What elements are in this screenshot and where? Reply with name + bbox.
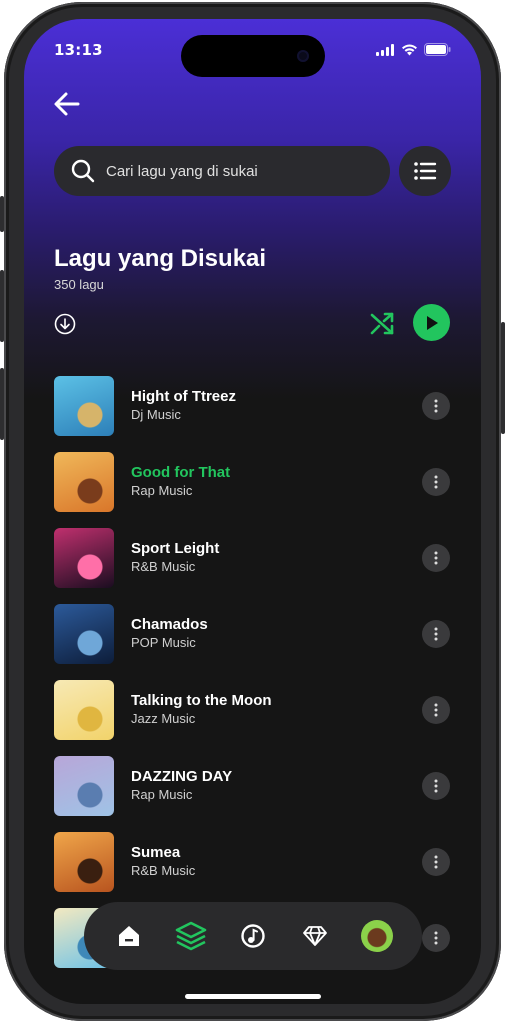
song-genre: Rap Music (131, 483, 193, 498)
more-vertical-icon (434, 399, 438, 413)
more-vertical-icon (434, 475, 438, 489)
song-genre: Dj Music (131, 407, 181, 422)
song-genre: Jazz Music (131, 711, 196, 726)
nav-premium[interactable] (298, 919, 332, 953)
song-title: Chamados (131, 616, 208, 633)
nav-library[interactable] (174, 919, 208, 953)
song-row[interactable]: Talking to the Moon Jazz Music (54, 680, 454, 756)
song-genre: Rap Music (131, 787, 193, 802)
song-title: DAZZING DAY (131, 768, 233, 785)
more-vertical-icon (434, 931, 438, 945)
volume-down-button (0, 368, 4, 440)
more-options-button[interactable] (422, 848, 450, 876)
more-options-button[interactable] (422, 924, 450, 952)
more-vertical-icon (434, 779, 438, 793)
song-title: Hight of Ttreez (131, 388, 236, 405)
song-list: Hight of Ttreez Dj Music Good for That Rap … (54, 376, 454, 984)
play-button[interactable] (413, 304, 450, 341)
library-icon (175, 921, 207, 951)
back-arrow-icon[interactable] (52, 89, 82, 119)
bottom-nav (84, 902, 422, 970)
album-cover (54, 376, 114, 436)
song-title: Talking to the Moon (131, 692, 272, 709)
song-row[interactable]: Sumea R&B Music (54, 832, 454, 908)
album-cover (54, 528, 114, 588)
power-button (501, 322, 505, 434)
song-row[interactable]: Sport Leight R&B Music (54, 528, 454, 604)
song-title: Good for That (131, 464, 231, 481)
album-cover (54, 832, 114, 892)
song-title: Sport Leight (131, 540, 220, 557)
more-vertical-icon (434, 703, 438, 717)
screen: 13:13 Lagu yang Disukai 350 lagu Hight o… (24, 19, 481, 1004)
wifi-icon (402, 44, 417, 55)
song-genre: POP Music (131, 635, 196, 650)
song-row[interactable]: Hight of Ttreez Dj Music (54, 376, 454, 452)
album-cover (54, 604, 114, 664)
avatar (361, 920, 393, 952)
nav-profile[interactable] (360, 919, 394, 953)
more-options-button[interactable] (422, 544, 450, 572)
more-options-button[interactable] (422, 620, 450, 648)
more-options-button[interactable] (422, 468, 450, 496)
song-genre: R&B Music (131, 559, 196, 574)
nav-music[interactable] (236, 919, 270, 953)
play-icon (426, 315, 438, 330)
diamond-icon (303, 926, 327, 946)
album-cover (54, 452, 114, 512)
status-time: 13:13 (54, 41, 103, 59)
more-vertical-icon (434, 551, 438, 565)
battery-icon (424, 43, 451, 56)
home-indicator (185, 994, 321, 999)
song-title: Sumea (131, 844, 181, 861)
home-icon (119, 926, 139, 946)
more-vertical-icon (434, 627, 438, 641)
status-icons (376, 43, 451, 56)
search-input[interactable] (104, 161, 368, 181)
song-row[interactable]: Good for That Rap Music (54, 452, 454, 528)
song-row[interactable]: DAZZING DAY Rap Music (54, 756, 454, 832)
song-count: 350 lagu (54, 277, 104, 292)
more-options-button[interactable] (422, 392, 450, 420)
list-icon (414, 162, 437, 180)
song-row[interactable]: Chamados POP Music (54, 604, 454, 680)
search-icon (71, 159, 95, 183)
action-button (0, 196, 4, 232)
album-cover (54, 756, 114, 816)
camera-icon (297, 50, 309, 62)
more-options-button[interactable] (422, 772, 450, 800)
signal-icon (376, 43, 394, 56)
shuffle-icon[interactable] (369, 309, 397, 337)
nav-home[interactable] (112, 919, 146, 953)
album-cover (54, 680, 114, 740)
volume-up-button (0, 270, 4, 342)
more-vertical-icon (434, 855, 438, 869)
music-note-icon (241, 924, 265, 948)
download-icon[interactable] (54, 313, 76, 335)
list-view-button[interactable] (399, 146, 451, 196)
page-title: Lagu yang Disukai (54, 245, 267, 272)
dynamic-island (181, 35, 325, 77)
song-genre: R&B Music (131, 863, 196, 878)
more-options-button[interactable] (422, 696, 450, 724)
search-bar[interactable] (54, 146, 390, 196)
